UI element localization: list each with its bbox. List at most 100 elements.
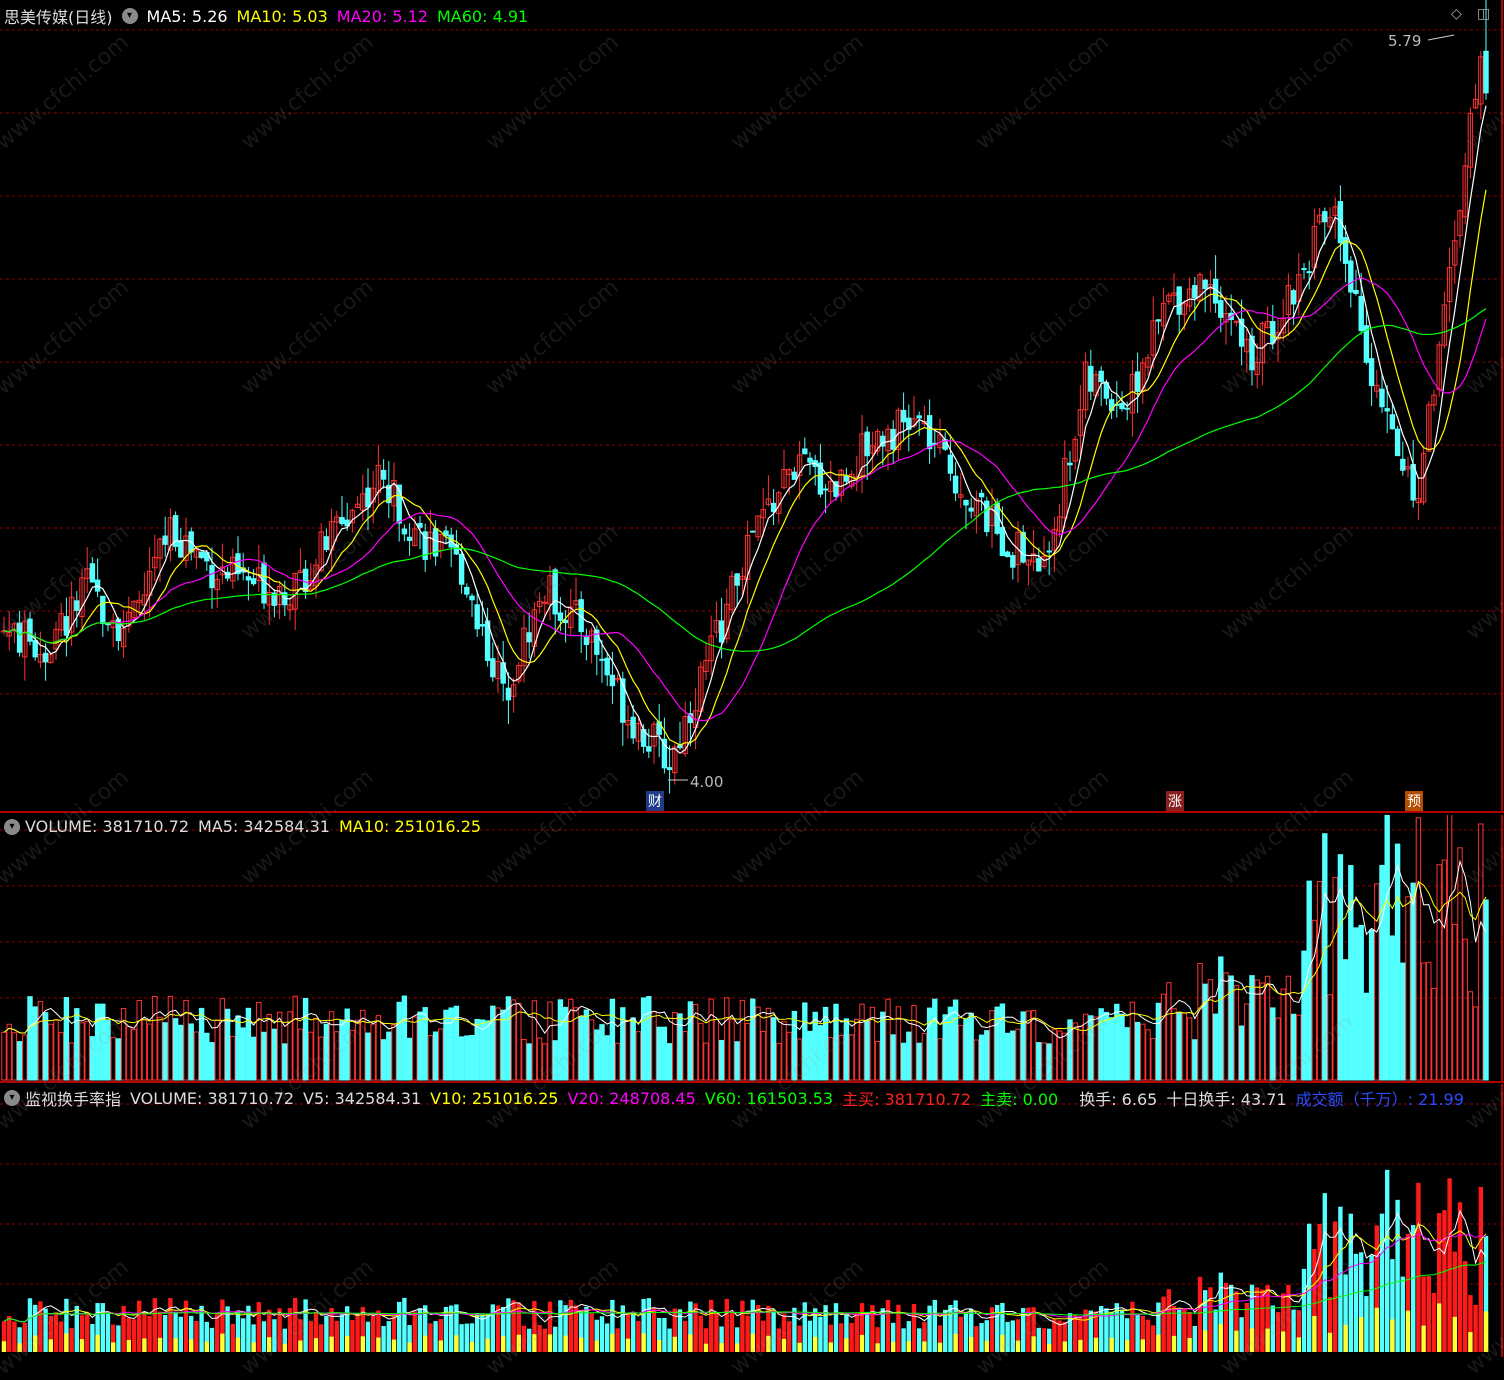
- turnover-pane[interactable]: ▾ 监视换手率指 VOLUME: 381710.72 V5: 342584.31…: [0, 1084, 1504, 1357]
- volume-bar: [204, 1032, 210, 1081]
- volume-bar: [557, 999, 564, 1081]
- turnover-bar: [116, 1325, 121, 1352]
- sub-bar: [282, 1343, 287, 1352]
- volume-bar: [1441, 859, 1448, 1081]
- volume-bar: [1452, 923, 1458, 1081]
- volume-bar: [1358, 924, 1364, 1081]
- volume-dropdown-icon[interactable]: ▾: [4, 818, 20, 835]
- turnover-bar: [490, 1304, 495, 1352]
- turnover-bar: [901, 1328, 906, 1352]
- candle-body: [458, 553, 465, 585]
- candle-body: [791, 471, 798, 480]
- ma60-value: MA60: 4.91: [436, 6, 529, 26]
- turnover-bar: [386, 1321, 391, 1352]
- price-pane[interactable]: 思美传媒 (日线) ▾ MA5: 5.26 MA10: 5.03 MA20: 5.…: [0, 0, 1504, 813]
- volume-bar: [1197, 963, 1203, 1081]
- volume-bar: [417, 1011, 423, 1081]
- turnover-v10: V10: 251016.25: [430, 1088, 559, 1108]
- volume-bar: [516, 1002, 522, 1081]
- volume-bar: [755, 1006, 761, 1081]
- candle-body: [1119, 402, 1125, 410]
- turnover-bar: [885, 1299, 891, 1352]
- volume-bar: [796, 1038, 803, 1081]
- volume-bar: [354, 1019, 361, 1081]
- volume-bar: [131, 1028, 137, 1081]
- volume-bar: [984, 1030, 990, 1081]
- volume-bar: [937, 1038, 943, 1081]
- turnover-bar: [807, 1320, 813, 1352]
- volume-bar: [1077, 1025, 1084, 1081]
- marker-zhang[interactable]: 涨: [1166, 791, 1184, 811]
- volume-bar: [490, 1005, 496, 1081]
- volume-bar: [235, 1015, 241, 1081]
- sub-bar: [1187, 1337, 1192, 1352]
- volume-bar: [458, 1036, 465, 1081]
- turnover-bar: [1260, 1289, 1265, 1352]
- turnover-bar: [85, 1314, 90, 1352]
- volume-pane[interactable]: ▾ VOLUME: 381710.72 MA5: 342584.31 MA10:…: [0, 815, 1504, 1083]
- candle-body: [1400, 458, 1406, 471]
- turnover-chart[interactable]: [0, 1084, 1504, 1357]
- turnover-bar: [22, 1322, 27, 1352]
- window-icon[interactable]: ◫: [1477, 6, 1490, 22]
- marker-cai[interactable]: 财: [646, 791, 664, 811]
- volume-chart[interactable]: [0, 815, 1504, 1083]
- sub-bar: [95, 1334, 100, 1352]
- candle-body: [198, 551, 205, 559]
- marker-yu[interactable]: 预: [1405, 791, 1423, 811]
- candle-body: [339, 517, 345, 525]
- turnover-bar: [527, 1328, 532, 1352]
- candlestick-chart[interactable]: [0, 0, 1504, 813]
- candle-body: [27, 618, 33, 642]
- candle-body: [661, 738, 668, 769]
- sub-bar: [813, 1336, 818, 1352]
- dropdown-icon[interactable]: ▾: [121, 8, 138, 24]
- volume-bar: [874, 1041, 881, 1081]
- volume-ma10: MA10: 251016.25: [338, 817, 482, 836]
- volume-bar: [250, 1036, 257, 1081]
- turnover-bar: [209, 1327, 215, 1352]
- diamond-icon[interactable]: ◇: [1451, 6, 1462, 22]
- volume-bar: [1223, 972, 1229, 1081]
- turnover-bar: [90, 1323, 95, 1352]
- volume-bar: [63, 997, 70, 1081]
- volume-bar: [1446, 815, 1453, 1081]
- sub-bar: [173, 1338, 178, 1352]
- turnover-bar: [397, 1301, 402, 1352]
- sub-bar: [984, 1340, 989, 1352]
- volume-bar: [833, 1003, 839, 1081]
- volume-bar: [152, 995, 158, 1081]
- volume-bar: [947, 1006, 954, 1081]
- candle-body: [365, 487, 371, 508]
- volume-bar: [16, 1041, 23, 1081]
- volume-bar: [1140, 1023, 1146, 1081]
- turnover-bar: [911, 1303, 917, 1352]
- volume-bar: [276, 1011, 283, 1081]
- volume-bar: [1233, 985, 1240, 1081]
- candle-body: [1337, 201, 1344, 244]
- volume-bar: [1472, 1006, 1479, 1081]
- volume-bar: [1103, 1011, 1110, 1081]
- candle-body: [1301, 268, 1307, 271]
- turnover-bar: [256, 1302, 261, 1352]
- turnover-bar: [599, 1316, 605, 1352]
- turnover-volume: VOLUME: 381710.72: [130, 1088, 295, 1108]
- sub-bar: [1343, 1324, 1348, 1352]
- volume-bar: [282, 1043, 288, 1081]
- sub-bar: [1000, 1334, 1005, 1352]
- sub-bar: [781, 1338, 787, 1352]
- turnover-bar: [631, 1311, 636, 1352]
- candle-body: [469, 595, 475, 601]
- turnover-bar: [215, 1313, 220, 1352]
- turnover-bar: [849, 1322, 854, 1352]
- turnover-bar: [818, 1316, 823, 1352]
- volume-bar: [765, 1007, 772, 1081]
- volume-bar: [1264, 975, 1271, 1081]
- volume-bar: [609, 998, 616, 1081]
- turnover-bar: [1442, 1210, 1447, 1352]
- candle-body: [1368, 358, 1375, 387]
- turnover-dropdown-icon[interactable]: ▾: [4, 1090, 20, 1106]
- turnover-bar: [740, 1300, 745, 1352]
- volume-bar: [1108, 1017, 1115, 1081]
- sub-bar: [532, 1334, 537, 1352]
